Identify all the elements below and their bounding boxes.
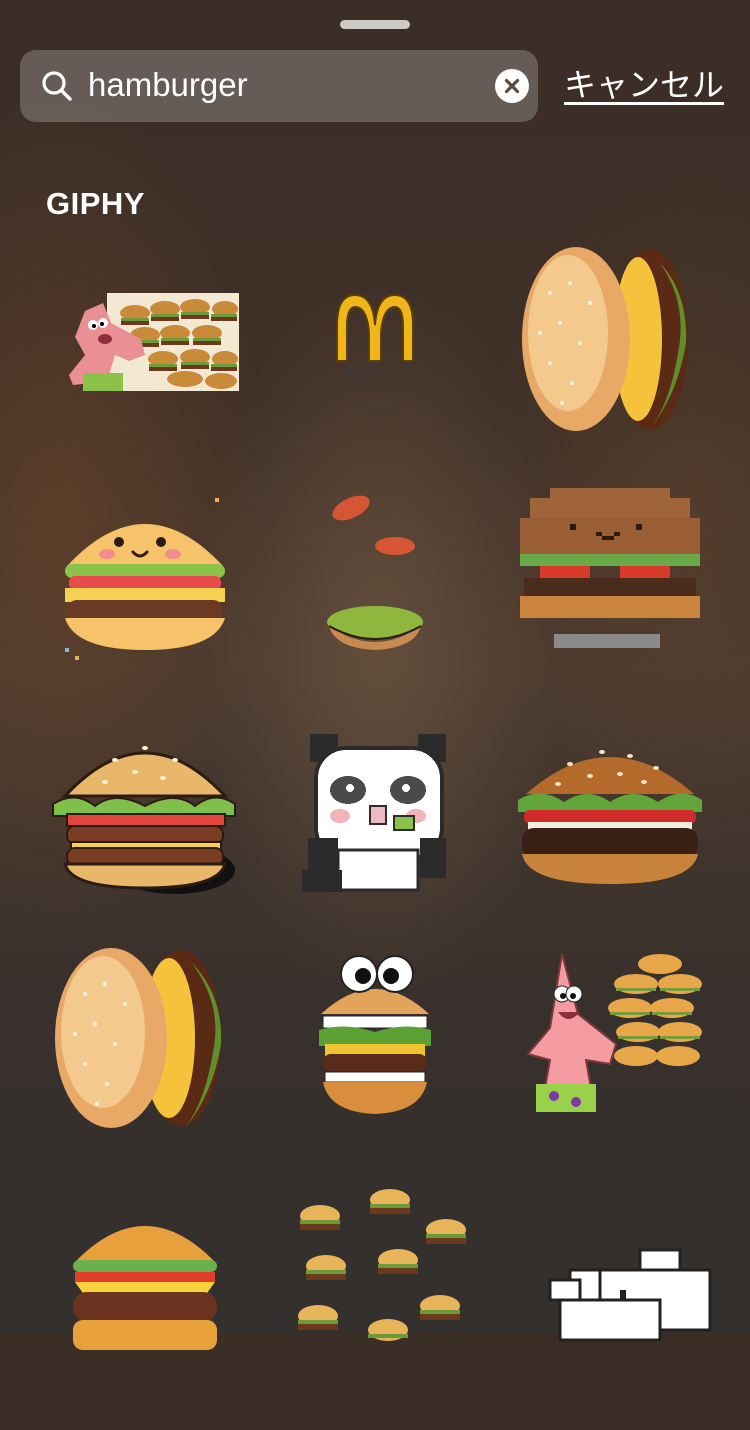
sticker-mcdonalds-at-2am[interactable]: McDONALD'S AT 2AM [275,243,475,443]
patrick-burgers-image [69,293,239,391]
bacon-burger-image [522,247,688,431]
pixel-creature-image [548,1248,712,1342]
svg-text:AT 2AM: AT 2AM [355,379,396,395]
cartoon-burger-image [52,746,236,894]
googly-burger-image [319,955,431,1114]
sticker-pixel-burger[interactable] [510,488,710,688]
sticker-emoji-burger[interactable] [45,1180,245,1380]
sticker-burger-pattern[interactable] [290,1180,490,1380]
sticker-bacon-burger-side-2[interactable] [45,944,245,1144]
bacon-burger-image-2 [55,948,222,1128]
sticker-realistic-whopper[interactable] [510,720,710,920]
sheet-drag-handle[interactable] [340,20,410,29]
sticker-patrick-eating-burgers[interactable] [45,243,245,443]
cute-burger-image [65,498,225,660]
sticker-bacon-burger-side[interactable] [510,243,710,443]
pixel-burger-image [520,488,700,648]
mcdonalds-logo: McDONALD'S AT 2AM [336,293,414,396]
sticker-pixel-panda-eating[interactable] [290,720,490,920]
sticker-pixel-white-creature[interactable] [540,1230,740,1430]
sticker-googly-eye-burger[interactable] [275,944,475,1144]
burger-pattern-image [298,1189,466,1341]
falling-parts-image [327,495,423,650]
emoji-burger-image [73,1226,217,1350]
patrick-holding-image [526,953,702,1112]
sticker-cute-smiling-burger[interactable] [45,488,245,688]
panda-image [302,734,446,892]
search-icon [42,71,72,101]
real-burger-image [518,750,702,884]
sticker-cartoon-double-burger[interactable] [45,720,245,920]
clear-search-icon[interactable] [495,69,529,103]
search-input[interactable] [88,62,478,108]
cancel-button[interactable]: キャンセル [564,60,724,110]
section-title-giphy: GIPHY [46,186,145,221]
sticker-falling-burger-parts[interactable] [275,488,475,688]
sticker-patrick-holding-burgers[interactable] [510,944,710,1144]
